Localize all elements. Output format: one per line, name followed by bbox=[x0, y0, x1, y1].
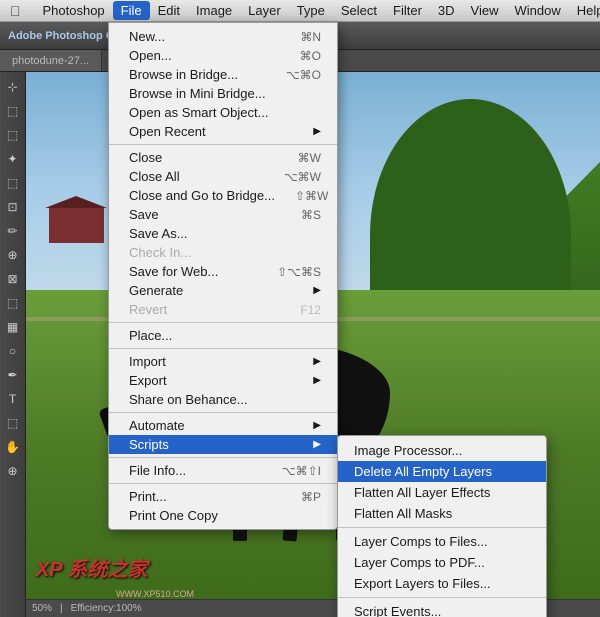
menu-browse-mini[interactable]: Browse in Mini Bridge... bbox=[109, 84, 337, 103]
tool-history[interactable]: ⊠ bbox=[2, 268, 24, 290]
scripts-layer-comps-files[interactable]: Layer Comps to Files... bbox=[338, 531, 546, 552]
divider-2 bbox=[109, 322, 337, 323]
menu-print[interactable]: Print... ⌘P bbox=[109, 487, 337, 506]
tool-lasso[interactable]: ⬚ bbox=[2, 124, 24, 146]
menu-export[interactable]: Export ▶ bbox=[109, 371, 337, 390]
divider-3 bbox=[109, 348, 337, 349]
menu-bar:  Photoshop File Edit Image Layer Type S… bbox=[0, 0, 600, 22]
menu-revert[interactable]: Revert F12 bbox=[109, 300, 337, 319]
tool-text[interactable]: T bbox=[2, 388, 24, 410]
menu-open[interactable]: Open... ⌘O bbox=[109, 46, 337, 65]
tool-hand[interactable]: ✋ bbox=[2, 436, 24, 458]
document-tab[interactable]: photodune-27... bbox=[0, 50, 102, 71]
menu-save-web[interactable]: Save for Web... ⇧⌥⌘S bbox=[109, 262, 337, 281]
menu-close[interactable]: Close ⌘W bbox=[109, 148, 337, 167]
menu-place[interactable]: Place... bbox=[109, 326, 337, 345]
tool-zoom[interactable]: ⊕ bbox=[2, 460, 24, 482]
efficiency-label: Efficiency: bbox=[71, 603, 116, 614]
menu-photoshop[interactable]: Photoshop bbox=[35, 1, 113, 20]
watermark-text: XP 系统之家 bbox=[36, 553, 148, 582]
efficiency-value: 100% bbox=[116, 603, 142, 614]
scripts-events[interactable]: Script Events... bbox=[338, 601, 546, 617]
divider-4 bbox=[109, 412, 337, 413]
apple-menu[interactable]:  bbox=[4, 3, 27, 19]
menu-type[interactable]: Type bbox=[289, 1, 333, 20]
menu-view[interactable]: View bbox=[463, 1, 507, 20]
menu-help[interactable]: Help bbox=[569, 1, 600, 20]
divider-5 bbox=[109, 457, 337, 458]
tool-pen[interactable]: ✒ bbox=[2, 364, 24, 386]
barn-roof bbox=[45, 196, 107, 208]
scripts-flatten-effects[interactable]: Flatten All Layer Effects bbox=[338, 482, 546, 503]
menu-window[interactable]: Window bbox=[507, 1, 569, 20]
zoom-level: 50% bbox=[32, 603, 52, 614]
menu-layer[interactable]: Layer bbox=[240, 1, 289, 20]
watermark-url: WWW.XP510.COM bbox=[116, 589, 194, 599]
tool-brush[interactable]: ✏ bbox=[2, 220, 24, 242]
scripts-export-layers[interactable]: Export Layers to Files... bbox=[338, 573, 546, 594]
menu-share-behance[interactable]: Share on Behance... bbox=[109, 390, 337, 409]
menu-open-smart[interactable]: Open as Smart Object... bbox=[109, 103, 337, 122]
menu-check-in[interactable]: Check In... bbox=[109, 243, 337, 262]
tool-move[interactable]: ⊹ bbox=[2, 76, 24, 98]
tool-dodge[interactable]: ○ bbox=[2, 340, 24, 362]
menu-file[interactable]: File bbox=[113, 1, 150, 20]
tool-select[interactable]: ⬚ bbox=[2, 100, 24, 122]
menu-close-all[interactable]: Close All ⌥⌘W bbox=[109, 167, 337, 186]
menu-filter[interactable]: Filter bbox=[385, 1, 430, 20]
menu-select[interactable]: Select bbox=[333, 1, 385, 20]
scripts-flatten-masks[interactable]: Flatten All Masks bbox=[338, 503, 546, 524]
menu-browse-bridge[interactable]: Browse in Bridge... ⌥⌘O bbox=[109, 65, 337, 84]
tool-magic[interactable]: ✦ bbox=[2, 148, 24, 170]
status-separator: | bbox=[60, 603, 63, 614]
scripts-image-processor[interactable]: Image Processor... bbox=[338, 440, 546, 461]
scripts-submenu[interactable]: Image Processor... Delete All Empty Laye… bbox=[337, 435, 547, 617]
menu-generate[interactable]: Generate ▶ bbox=[109, 281, 337, 300]
divider-6 bbox=[109, 483, 337, 484]
tool-gradient[interactable]: ▦ bbox=[2, 316, 24, 338]
menu-3d[interactable]: 3D bbox=[430, 1, 463, 20]
tool-eraser[interactable]: ⬚ bbox=[2, 292, 24, 314]
menu-image[interactable]: Image bbox=[188, 1, 240, 20]
scripts-divider-1 bbox=[338, 527, 546, 528]
file-menu[interactable]: New... ⌘N Open... ⌘O Browse in Bridge...… bbox=[108, 22, 338, 530]
divider-1 bbox=[109, 144, 337, 145]
tool-crop[interactable]: ⬚ bbox=[2, 172, 24, 194]
scripts-layer-comps-pdf[interactable]: Layer Comps to PDF... bbox=[338, 552, 546, 573]
tool-eye[interactable]: ⊡ bbox=[2, 196, 24, 218]
barn bbox=[49, 208, 104, 243]
tools-panel: ⊹ ⬚ ⬚ ✦ ⬚ ⊡ ✏ ⊕ ⊠ ⬚ ▦ ○ ✒ T ⬚ ✋ ⊕ bbox=[0, 72, 26, 617]
menu-open-recent[interactable]: Open Recent ▶ bbox=[109, 122, 337, 141]
menu-edit[interactable]: Edit bbox=[150, 1, 188, 20]
menu-scripts[interactable]: Scripts ▶ bbox=[109, 435, 337, 454]
menu-new[interactable]: New... ⌘N bbox=[109, 27, 337, 46]
tool-stamp[interactable]: ⊕ bbox=[2, 244, 24, 266]
menu-save[interactable]: Save ⌘S bbox=[109, 205, 337, 224]
menu-print-one[interactable]: Print One Copy bbox=[109, 506, 337, 525]
ps-logo: Adobe Photoshop CC bbox=[8, 30, 122, 42]
menu-save-as[interactable]: Save As... bbox=[109, 224, 337, 243]
menu-automate[interactable]: Automate ▶ bbox=[109, 416, 337, 435]
menu-close-bridge[interactable]: Close and Go to Bridge... ⇧⌘W bbox=[109, 186, 337, 205]
tool-shape[interactable]: ⬚ bbox=[2, 412, 24, 434]
scripts-divider-2 bbox=[338, 597, 546, 598]
scripts-delete-empty-layers[interactable]: Delete All Empty Layers bbox=[338, 461, 546, 482]
menu-file-info[interactable]: File Info... ⌥⌘⇧I bbox=[109, 461, 337, 480]
menu-import[interactable]: Import ▶ bbox=[109, 352, 337, 371]
